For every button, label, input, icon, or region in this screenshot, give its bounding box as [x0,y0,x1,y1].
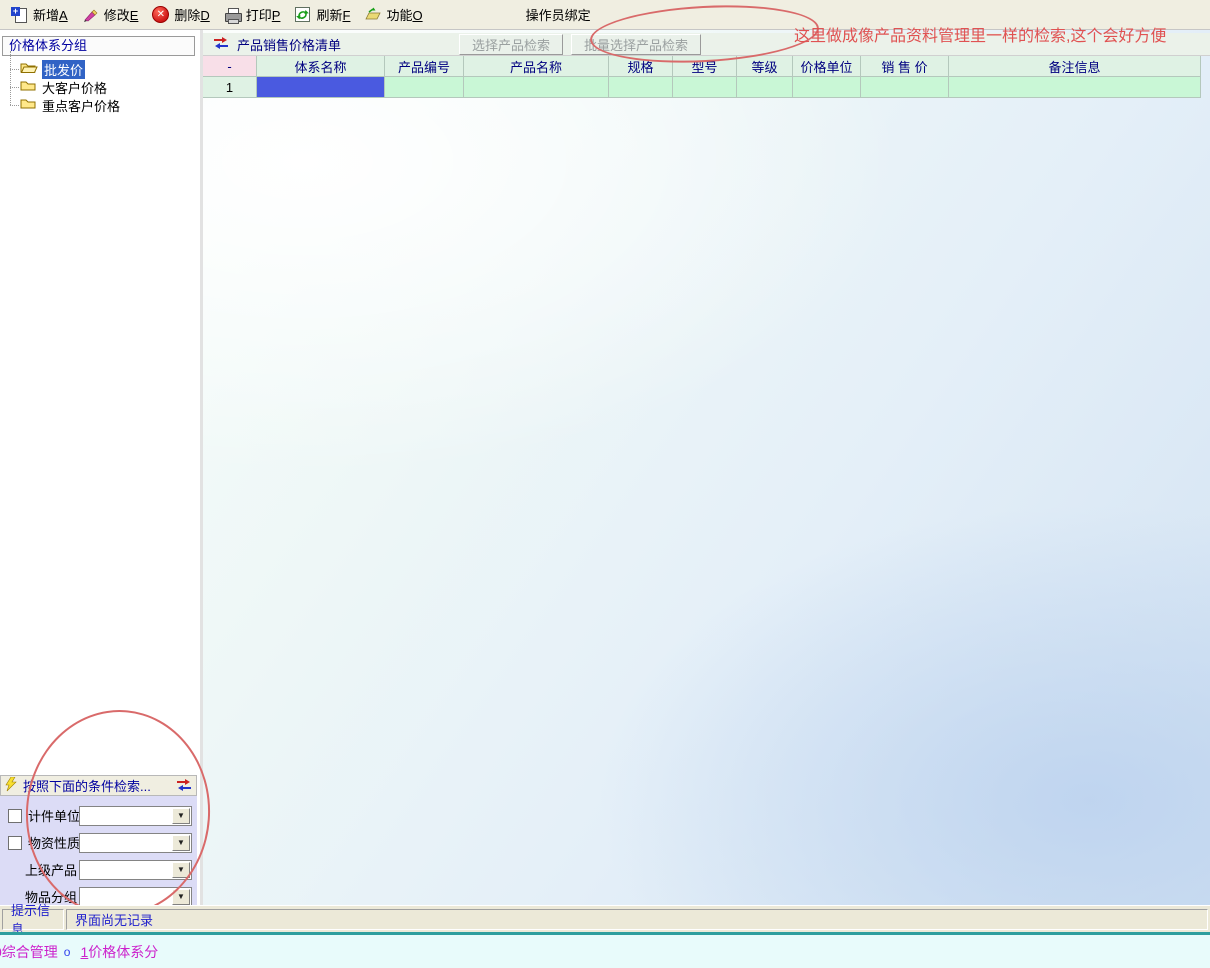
nature-checkbox[interactable] [8,836,22,850]
price-group-tree: 批发价 大客户价格 重点客户价格 [4,60,194,114]
add-button[interactable]: + 新增A [4,2,75,27]
cell-grade[interactable] [737,77,793,98]
edit-button[interactable]: 修改E [75,2,146,27]
refresh-icon [294,7,311,23]
cell-model[interactable] [673,77,737,98]
delete-button[interactable]: ✕ 删除D [145,2,216,27]
list-title: 产品销售价格清单 [237,35,341,54]
function-button-label: 功能O [386,5,422,24]
price-group-panel-title: 价格体系分组 [2,36,195,56]
cell-price[interactable] [861,77,949,98]
new-icon: + [11,7,28,23]
col-header-remark[interactable]: 备注信息 [949,56,1201,77]
tree-item-big-customer[interactable]: 大客户价格 [4,78,194,96]
col-header-code[interactable]: 产品编号 [385,56,464,77]
col-header-num[interactable]: - [203,56,257,77]
col-header-system[interactable]: 体系名称 [257,56,385,77]
operator-binding-label: 操作员绑定 [526,5,591,24]
col-header-price[interactable]: 销 售 价 [861,56,949,77]
cell-remark[interactable] [949,77,1201,98]
status-bar: 提示信息 界面尚无记录 [0,905,1210,932]
taskbar-bullet: o [64,945,71,959]
refresh-button[interactable]: 刷新F [287,2,357,27]
app-window: + 新增A 修改E ✕ 删除D 打印P 刷新F [0,0,1210,968]
add-button-label: 新增A [33,5,68,24]
swap-icon[interactable] [213,36,229,52]
function-icon [364,7,381,23]
annotation-note-text: 这里做成像产品资料管理里一样的检索,这个会好方便 [794,22,1166,46]
cell-name[interactable] [464,77,609,98]
taskbar-item-price-system[interactable]: 1价格体系分 [80,942,158,962]
refresh-button-label: 刷新F [316,5,350,24]
col-header-unit[interactable]: 价格单位 [793,56,861,77]
col-header-grade[interactable]: 等级 [737,56,793,77]
tree-item-key-customer[interactable]: 重点客户价格 [4,96,194,114]
mdi-content-area: 产品销售价格清单 选择产品检索 批量选择产品检索 - 体系名称 产品编号 产品名… [203,30,1210,905]
status-message: 界面尚无记录 [66,909,1208,930]
window-taskbar: 0综合管理 o 1价格体系分 [0,932,1210,968]
col-header-name[interactable]: 产品名称 [464,56,609,77]
open-folder-icon [20,61,38,77]
taskbar-item-general[interactable]: 0综合管理 [0,942,58,962]
cell-system-selected[interactable] [257,77,385,98]
delete-button-label: 删除D [174,5,209,24]
print-button[interactable]: 打印P [217,2,288,27]
status-label: 提示信息 [2,909,64,930]
select-product-search-button[interactable]: 选择产品检索 [459,34,563,55]
cell-unit[interactable] [793,77,861,98]
print-icon [224,7,241,23]
unit-checkbox[interactable] [8,809,22,823]
cell-code[interactable] [385,77,464,98]
print-button-label: 打印P [246,5,281,24]
edit-button-label: 修改E [104,5,139,24]
cell-spec[interactable] [609,77,673,98]
table-row: 1 [203,77,1201,98]
function-button[interactable]: 功能O [357,2,429,27]
tree-item-label[interactable]: 大客户价格 [40,78,109,97]
edit-icon [82,7,99,23]
folder-icon [20,79,36,95]
lightning-icon [5,777,18,795]
tree-item-label[interactable]: 批发价 [42,60,85,79]
row-number-cell[interactable]: 1 [203,77,257,98]
price-list-table: - 体系名称 产品编号 产品名称 规格 型号 等级 价格单位 销 售 价 备注信… [203,56,1201,98]
folder-icon [20,97,36,113]
delete-icon: ✕ [152,7,169,23]
tree-item-label[interactable]: 重点客户价格 [40,96,122,115]
tree-item-wholesale[interactable]: 批发价 [4,60,194,78]
